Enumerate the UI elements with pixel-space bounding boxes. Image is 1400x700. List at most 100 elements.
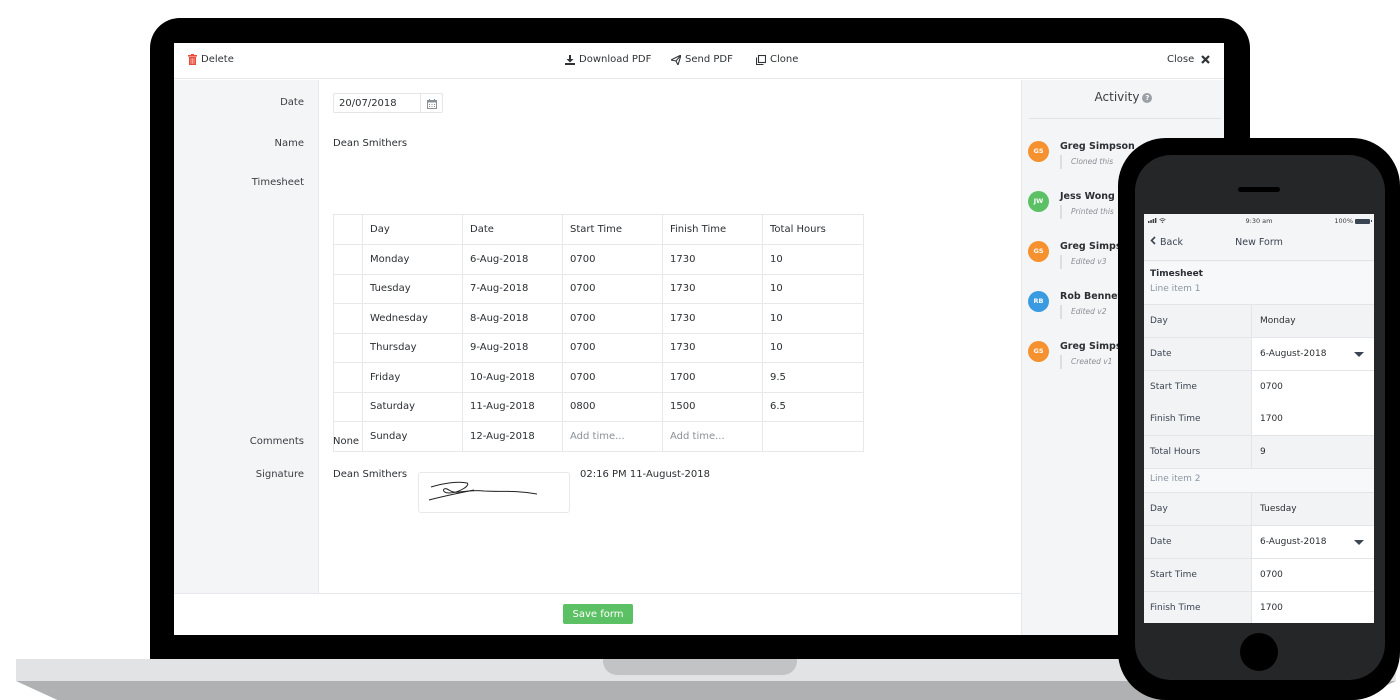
mobile-field-day: Day Monday <box>1144 305 1374 338</box>
finish-time-cell[interactable]: 1500 <box>662 391 763 422</box>
finish-time-input[interactable]: 1700 <box>1252 403 1374 435</box>
activity-action: Edited v3 <box>1060 255 1107 269</box>
line-item-2-header: Line item 2 <box>1144 469 1374 493</box>
avatar: GS <box>1028 241 1049 262</box>
field-label: Day <box>1144 493 1252 525</box>
close-button[interactable]: Close <box>1167 54 1211 65</box>
calendar-button[interactable] <box>420 94 442 112</box>
paper-plane-icon <box>671 54 681 65</box>
date-cell: 7-Aug-2018 <box>462 273 563 304</box>
signature-drawing <box>428 481 538 501</box>
send-pdf-button[interactable]: Send PDF <box>671 54 733 65</box>
start-time-cell[interactable]: 0700 <box>562 362 663 393</box>
finish-time-input[interactable]: Add time... <box>662 421 763 452</box>
row-index-cell <box>333 332 363 363</box>
avatar: GS <box>1028 341 1049 362</box>
avatar: JW <box>1028 191 1049 212</box>
date-select[interactable]: 6-August-2018 <box>1252 526 1374 558</box>
clone-button[interactable]: Clone <box>756 54 798 65</box>
table-row: Tuesday 7-Aug-2018 0700 1730 10 <box>333 273 864 304</box>
mobile-field-start-time: Start Time 0700 <box>1144 371 1374 404</box>
finish-time-cell[interactable]: 1730 <box>662 303 763 334</box>
phone-home-button[interactable] <box>1240 633 1278 671</box>
mobile-field-start-time: Start Time 0700 <box>1144 559 1374 592</box>
delete-label: Delete <box>201 54 234 65</box>
mobile-field-finish-time: Finish Time 1700 <box>1144 403 1374 436</box>
mobile-field-finish-time: Finish Time 1700 <box>1144 592 1374 623</box>
activity-action: Cloned this <box>1060 155 1113 169</box>
total-hours-cell: 9.5 <box>762 362 864 393</box>
start-time-cell[interactable]: 0700 <box>562 244 663 275</box>
start-time-cell[interactable]: 0700 <box>562 273 663 304</box>
field-value: Tuesday <box>1252 493 1374 525</box>
close-icon <box>1201 55 1211 64</box>
mobile-field-date: Date 6-August-2018 <box>1144 526 1374 559</box>
start-time-input[interactable]: 0700 <box>1252 371 1374 403</box>
day-cell: Sunday <box>362 421 463 452</box>
field-value: Monday <box>1252 305 1374 337</box>
total-hours-cell: 10 <box>762 273 864 304</box>
field-value: 6-August-2018 <box>1260 537 1327 547</box>
comments-label: Comments <box>249 436 304 447</box>
finish-time-input[interactable]: 1700 <box>1252 592 1374 623</box>
table-row: Saturday 11-Aug-2018 0800 1500 6.5 <box>333 391 864 422</box>
comments-value: None <box>333 436 360 447</box>
day-cell: Friday <box>362 362 463 393</box>
start-time-input[interactable]: 0700 <box>1252 559 1374 591</box>
phone-nav-bar: Back New Form <box>1144 229 1374 261</box>
field-label: Start Time <box>1144 371 1252 403</box>
download-pdf-label: Download PDF <box>579 54 652 65</box>
field-label: Finish Time <box>1144 592 1252 623</box>
download-pdf-button[interactable]: Download PDF <box>565 54 651 65</box>
start-time-cell[interactable]: 0700 <box>562 303 663 334</box>
row-index-cell <box>333 303 363 334</box>
total-hours-cell: 10 <box>762 244 864 275</box>
field-label: Date <box>1144 526 1252 558</box>
table-row: Wednesday 8-Aug-2018 0700 1730 10 <box>333 303 864 334</box>
form-footer: Save form <box>174 593 1021 635</box>
line-item-label: Line item 2 <box>1150 474 1201 484</box>
signature-timestamp: 02:16 PM 11-August-2018 <box>580 469 710 480</box>
total-hours-cell: 10 <box>762 332 864 363</box>
battery-percent: 100% <box>1334 217 1353 225</box>
date-cell: 6-Aug-2018 <box>462 244 563 275</box>
column-header-finish-time: Finish Time <box>662 214 763 245</box>
phone-status-bar: 9:30 am 100% <box>1144 214 1374 229</box>
row-index-cell <box>333 273 363 304</box>
trash-icon <box>188 54 197 65</box>
date-cell: 9-Aug-2018 <box>462 332 563 363</box>
mobile-field-day: Day Tuesday <box>1144 493 1374 526</box>
date-picker <box>333 93 443 113</box>
date-cell: 10-Aug-2018 <box>462 362 563 393</box>
date-cell: 12-Aug-2018 <box>462 421 563 452</box>
form-toolbar: Delete Download PDF Send PDF Clone Close <box>174 43 1224 79</box>
signature-label: Signature <box>255 469 304 480</box>
laptop-notch <box>603 659 797 675</box>
total-hours-cell: 6.5 <box>762 391 864 422</box>
activity-action: Created v1 <box>1060 355 1112 369</box>
mobile-field-total-hours: Total Hours 9 <box>1144 436 1374 469</box>
table-row: Sunday 12-Aug-2018 Add time... Add time.… <box>333 421 864 452</box>
field-label: Start Time <box>1144 559 1252 591</box>
column-header-start-time: Start Time <box>562 214 663 245</box>
delete-button[interactable]: Delete <box>188 54 234 65</box>
activity-title: Activity? <box>1022 90 1224 104</box>
finish-time-cell[interactable]: 1730 <box>662 332 763 363</box>
field-label: Total Hours <box>1144 436 1252 468</box>
start-time-input[interactable]: Add time... <box>562 421 663 452</box>
start-time-cell[interactable]: 0800 <box>562 391 663 422</box>
start-time-cell[interactable]: 0700 <box>562 332 663 363</box>
save-form-button[interactable]: Save form <box>563 604 633 624</box>
back-button[interactable]: Back <box>1150 236 1183 248</box>
help-icon[interactable]: ? <box>1142 92 1153 103</box>
timesheet-header-row: Day Date Start Time Finish Time Total Ho… <box>333 214 864 245</box>
table-row: Friday 10-Aug-2018 0700 1700 9.5 <box>333 362 864 393</box>
signature-pad[interactable] <box>418 472 570 513</box>
finish-time-cell[interactable]: 1730 <box>662 273 763 304</box>
date-input[interactable] <box>334 94 420 112</box>
finish-time-cell[interactable]: 1730 <box>662 244 763 275</box>
close-label: Close <box>1167 54 1195 65</box>
date-select[interactable]: 6-August-2018 <box>1252 338 1374 370</box>
finish-time-cell[interactable]: 1700 <box>662 362 763 393</box>
field-label: Date <box>1144 338 1252 370</box>
